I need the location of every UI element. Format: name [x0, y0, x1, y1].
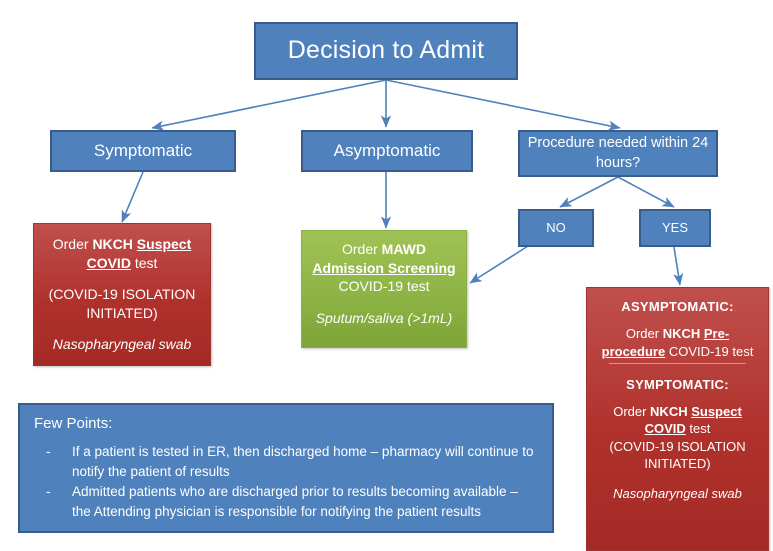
procedure-sym-line1-plain: Order — [613, 404, 651, 419]
procedure-asymptomatic-header: ASYMPTOMATIC: — [621, 299, 734, 314]
notes-list-item-text: If a patient is tested in ER, then disch… — [72, 444, 534, 479]
procedure-sym-line1: Order NKCH Suspect — [595, 404, 760, 420]
notes-title: Few Points: — [34, 415, 113, 432]
card-asymptomatic-order[interactable]: Order MAWD Admission Screening COVID-19 … — [301, 230, 467, 348]
node-answer-yes[interactable]: YES — [639, 209, 711, 247]
procedure-isolation-line2: INITIATED) — [644, 455, 711, 471]
procedure-symptomatic-header: SYMPTOMATIC: — [626, 376, 729, 392]
asymptomatic-order-line2: Admission Screening — [312, 259, 456, 276]
procedure-sym-line2-bold-underline: COVID — [644, 421, 686, 437]
notes-list-item: - If a patient is tested in ER, then dis… — [46, 442, 538, 481]
bullet-marker: - — [46, 484, 51, 500]
node-decision-to-admit-label: Decision to Admit — [287, 36, 485, 65]
node-symptomatic[interactable]: Symptomatic — [50, 130, 236, 172]
symptomatic-order-line1: Order NKCH Suspect — [42, 236, 202, 254]
node-asymptomatic-label: Asymptomatic — [333, 141, 441, 161]
symptomatic-order-line2-plain: test — [130, 254, 158, 271]
procedure-sym-line1-bold: NKCH — [650, 404, 692, 419]
notes-panel[interactable]: Few Points: - If a patient is tested in … — [18, 403, 554, 533]
card-symptomatic-order[interactable]: Order NKCH Suspect COVID test (COVID-19 … — [33, 223, 211, 366]
asymptomatic-order-line3: COVID-19 test — [338, 278, 430, 294]
node-procedure-needed-label: Procedure needed within 24 hours? — [527, 134, 709, 171]
bullet-marker: - — [46, 444, 51, 459]
procedure-sym-line2-plain: test — [685, 421, 711, 437]
card-procedure-order-body: ASYMPTOMATIC: Order NKCH Pre- procedure … — [587, 288, 768, 502]
asymptomatic-specimen: Sputum/saliva (>1mL) — [315, 309, 453, 326]
procedure-asym-line1-bold: NKCH — [662, 326, 704, 342]
connector-procedure-to-no — [559, 176, 619, 208]
asymptomatic-order-line1: Order MAWD — [310, 241, 458, 259]
procedure-asym-line2: procedure COVID-19 test — [595, 344, 760, 360]
card-asymptomatic-order-body: Order MAWD Admission Screening COVID-19 … — [302, 231, 466, 327]
flowchart-canvas: Decision to Admit Symptomatic Asymptomat… — [0, 0, 773, 551]
symptomatic-specimen: Nasopharyngeal swab — [52, 336, 192, 352]
procedure-asym-line2-plain: COVID-19 test — [665, 343, 754, 359]
node-symptomatic-label: Symptomatic — [93, 141, 193, 161]
connector-yes-to-procedure-order — [673, 246, 684, 286]
connector-procedure-to-yes — [617, 176, 675, 208]
card-symptomatic-order-body: Order NKCH Suspect COVID test (COVID-19 … — [34, 224, 210, 354]
procedure-sym-line1-bold-underline: Suspect — [691, 404, 742, 419]
symptomatic-order-line1-bold-underline: Suspect — [136, 236, 192, 252]
card-procedure-order[interactable]: ASYMPTOMATIC: Order NKCH Pre- procedure … — [586, 287, 769, 551]
notes-list-item-text: Admitted patients who are discharged pri… — [72, 484, 518, 519]
node-answer-no[interactable]: NO — [518, 209, 594, 247]
connector-symptomatic-to-order — [121, 171, 144, 223]
node-procedure-needed[interactable]: Procedure needed within 24 hours? — [518, 130, 718, 177]
symptomatic-order-line1-bold: NKCH — [92, 236, 137, 252]
connector-admit-to-procedure — [385, 79, 621, 131]
procedure-isolation-line1: (COVID-19 ISOLATION — [609, 438, 746, 454]
asymptomatic-order-line1-bold: MAWD — [381, 241, 426, 257]
symptomatic-order-line1-plain: Order — [52, 236, 93, 252]
procedure-asym-line1-plain: Order — [625, 326, 663, 342]
connector-no-to-asymptomatic-order — [469, 245, 529, 284]
node-answer-no-label: NO — [546, 219, 566, 235]
asymptomatic-order-line1-plain: Order — [341, 241, 382, 257]
symptomatic-order-line2: COVID test — [42, 255, 202, 273]
node-decision-to-admit[interactable]: Decision to Admit — [254, 22, 518, 80]
notes-list-item: - Admitted patients who are discharged p… — [46, 482, 538, 521]
connector-admit-to-symptomatic — [151, 79, 387, 131]
symptomatic-isolation-line2: INITIATED) — [86, 304, 158, 321]
procedure-asym-line1-bold-underline: Pre- — [703, 326, 730, 342]
node-asymptomatic[interactable]: Asymptomatic — [301, 130, 473, 172]
procedure-specimen: Nasopharyngeal swab — [613, 486, 742, 501]
node-answer-yes-label: YES — [661, 219, 688, 235]
procedure-asym-line2-bold-underline: procedure — [601, 343, 666, 359]
notes-list: - If a patient is tested in ER, then dis… — [20, 442, 552, 521]
symptomatic-order-line2-bold-underline: COVID — [86, 254, 131, 271]
symptomatic-isolation-line1: (COVID-19 ISOLATION — [48, 286, 196, 302]
procedure-asym-line1: Order NKCH Pre- — [595, 326, 760, 342]
procedure-sym-line2: COVID test — [595, 421, 760, 437]
